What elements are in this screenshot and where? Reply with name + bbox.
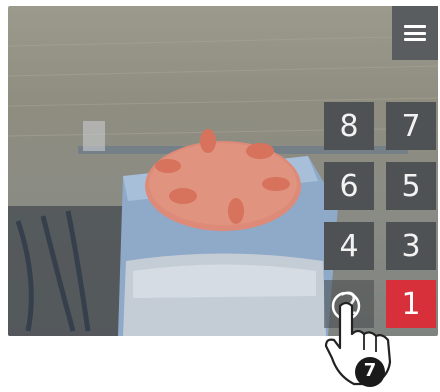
camera-button-3[interactable]: 3 [386,222,436,270]
camera-button-6[interactable]: 6 [324,162,374,210]
camera-button-5[interactable]: 5 [386,162,436,210]
hamburger-menu-icon [404,25,426,41]
camera-button-4[interactable]: 4 [324,222,374,270]
step-badge-label: 7 [363,360,377,381]
camera-button-7[interactable]: 7 [386,102,436,150]
camera-button-8[interactable]: 8 [324,102,374,150]
menu-button[interactable] [392,6,438,60]
